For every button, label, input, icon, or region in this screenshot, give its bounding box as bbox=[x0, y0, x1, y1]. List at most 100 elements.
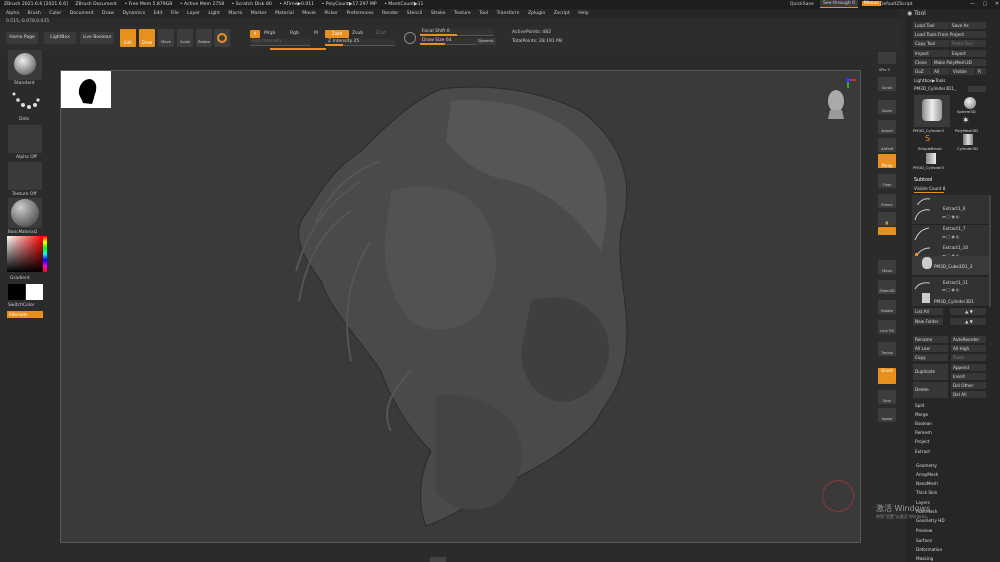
copy-button[interactable]: Copy bbox=[913, 354, 948, 361]
menu-stencil[interactable]: Stencil bbox=[407, 11, 423, 16]
persp-button[interactable]: Persp bbox=[878, 154, 896, 168]
material-picker[interactable] bbox=[8, 198, 42, 228]
a-button[interactable]: A bbox=[250, 30, 260, 38]
nanomesh-section[interactable]: NanoMesh bbox=[916, 481, 938, 486]
aahalf-button[interactable]: AAHalf bbox=[878, 138, 896, 152]
menu-draw[interactable]: Draw bbox=[102, 11, 114, 16]
navigation-gizmo[interactable] bbox=[822, 76, 858, 120]
window-controls[interactable]: — ▢ ✕ bbox=[970, 1, 1000, 7]
load-from-project-button[interactable]: Load Tools From Project bbox=[913, 31, 986, 38]
menu-texture[interactable]: Texture bbox=[454, 11, 471, 16]
menu-material[interactable]: Material bbox=[275, 11, 294, 16]
secondary-color-swatch[interactable] bbox=[26, 284, 43, 300]
menu-edit[interactable]: Edit bbox=[154, 11, 163, 16]
copy-tool-button[interactable]: Copy Tool bbox=[913, 40, 949, 47]
menu-alpha[interactable]: Alpha bbox=[6, 11, 19, 16]
menus-button[interactable]: Menus bbox=[862, 1, 881, 6]
duplicate-button[interactable]: Duplicate bbox=[913, 364, 948, 380]
lightbox-tools-button[interactable]: Lightbox▶Tools bbox=[914, 78, 946, 83]
subtool-scrollbar[interactable] bbox=[989, 195, 991, 307]
paste-button[interactable]: Paste bbox=[951, 354, 986, 361]
rename-button[interactable]: Rename bbox=[913, 336, 948, 343]
mrgb-button[interactable]: Mrgb bbox=[264, 31, 275, 36]
simplebrush-icon[interactable]: S bbox=[925, 134, 930, 143]
delete-button[interactable]: Delete bbox=[913, 382, 948, 398]
load-tool-button[interactable]: Load Tool bbox=[913, 22, 949, 29]
boolean-menu[interactable]: Boolean bbox=[915, 421, 932, 426]
zsub-button[interactable]: Zsub bbox=[352, 31, 363, 36]
autoreorder-button[interactable]: AutoReorder bbox=[951, 336, 986, 343]
preview-section[interactable]: Preview bbox=[916, 528, 932, 533]
rgb-button[interactable]: Rgb bbox=[290, 31, 299, 36]
subtool-row[interactable]: Extract1_7 ▬◯ ● ◐ bbox=[912, 225, 990, 245]
menu-movie[interactable]: Movie bbox=[302, 11, 316, 16]
main-color-swatch[interactable] bbox=[8, 284, 25, 300]
color-picker[interactable] bbox=[7, 236, 43, 272]
new-folder-button[interactable]: New Folder bbox=[913, 318, 943, 325]
move-view-button[interactable]: Move bbox=[878, 260, 896, 274]
ghost-button[interactable]: Ghost bbox=[878, 368, 896, 384]
see-through-slider[interactable]: See-through 0 bbox=[820, 0, 858, 8]
export-button[interactable]: Export bbox=[950, 50, 986, 57]
menu-marker[interactable]: Marker bbox=[251, 11, 267, 16]
menu-zscript[interactable]: Zscript bbox=[554, 11, 570, 16]
visible-button[interactable]: Visible bbox=[951, 68, 975, 75]
draw-size-slider[interactable]: Draw Size 64 bbox=[420, 38, 476, 45]
thick-skin-section[interactable]: Thick Skin bbox=[916, 490, 937, 495]
all-low-button[interactable]: All Low bbox=[913, 345, 948, 352]
default-zscript-button[interactable]: DefaultZScript bbox=[880, 2, 913, 7]
split-menu[interactable]: Split bbox=[915, 403, 924, 408]
menu-color[interactable]: Color bbox=[49, 11, 61, 16]
menu-stroke[interactable]: Stroke bbox=[431, 11, 446, 16]
zoom3d-button[interactable]: Zoom3D bbox=[878, 280, 896, 294]
merge-menu[interactable]: Merge bbox=[915, 412, 928, 417]
del-all-button[interactable]: Del All bbox=[951, 391, 986, 398]
menu-picker[interactable]: Picker bbox=[324, 11, 338, 16]
xpose-button[interactable]: Xpose bbox=[878, 408, 896, 422]
subtool-controls[interactable]: ▬◯ ● ◐ bbox=[942, 234, 960, 239]
geometry-section[interactable]: Geometry bbox=[916, 463, 937, 468]
floor-button[interactable]: Floor bbox=[878, 174, 896, 188]
all-button[interactable]: All bbox=[932, 68, 950, 75]
edit-button[interactable]: Edit bbox=[120, 29, 136, 47]
menu-preferences[interactable]: Preferences bbox=[346, 11, 373, 16]
bpr-button[interactable] bbox=[878, 52, 896, 64]
live-boolean-button[interactable]: Live Boolean bbox=[80, 32, 114, 44]
document-canvas[interactable] bbox=[60, 70, 861, 543]
stroke-picker[interactable] bbox=[8, 88, 42, 115]
append-button[interactable]: Append bbox=[951, 364, 986, 371]
subtool-row[interactable]: PM3D_Cylinder3D1 bbox=[912, 292, 990, 307]
deformation-section[interactable]: Deformation bbox=[916, 547, 942, 552]
visible-count-slider[interactable]: Visible Count 8 bbox=[914, 186, 945, 191]
home-page-button[interactable]: Home Page bbox=[6, 32, 38, 44]
menu-transform[interactable]: Transform bbox=[497, 11, 520, 16]
menu-layer[interactable]: Layer bbox=[187, 11, 200, 16]
subtool-row-active[interactable]: PM3D_Cube3D1_3 bbox=[912, 256, 990, 276]
gradient-label[interactable]: Gradient bbox=[10, 276, 30, 281]
extract-menu[interactable]: Extract bbox=[915, 449, 930, 454]
m-button[interactable]: M bbox=[314, 31, 318, 36]
make-polymesh-button[interactable]: Make PolyMesh3D bbox=[932, 59, 986, 66]
menu-render[interactable]: Render bbox=[382, 11, 398, 16]
local-button[interactable] bbox=[878, 227, 896, 235]
subtool-title[interactable]: Subtool bbox=[914, 178, 932, 183]
clone-button[interactable]: Clone bbox=[913, 59, 931, 66]
polymesh-star-icon[interactable]: ✶ bbox=[962, 116, 970, 126]
r-button[interactable]: R bbox=[976, 68, 986, 75]
move-arrows-button[interactable]: ▲ ▼ bbox=[950, 308, 986, 315]
tool-thumb-cylinder[interactable] bbox=[914, 95, 950, 127]
rotate-button[interactable]: Rotate bbox=[196, 29, 212, 47]
cylinder3d-icon[interactable] bbox=[963, 134, 973, 145]
hue-strip[interactable] bbox=[43, 236, 47, 272]
rgb-intensity-slider[interactable]: Rgb Intensity bbox=[250, 39, 310, 46]
quicksave-button[interactable]: QuickSave bbox=[790, 2, 814, 7]
menu-tool[interactable]: Tool bbox=[479, 11, 488, 16]
solo-button[interactable]: Solo bbox=[878, 390, 896, 404]
menu-dynamics[interactable]: Dynamics bbox=[122, 11, 145, 16]
menu-light[interactable]: Light bbox=[208, 11, 219, 16]
sculpt-model[interactable] bbox=[61, 71, 862, 544]
menu-help[interactable]: Help bbox=[578, 11, 588, 16]
list-all-button[interactable]: List All bbox=[913, 308, 943, 315]
masking-section[interactable]: Masking bbox=[916, 556, 933, 561]
actual-button[interactable]: Actual bbox=[878, 120, 896, 134]
